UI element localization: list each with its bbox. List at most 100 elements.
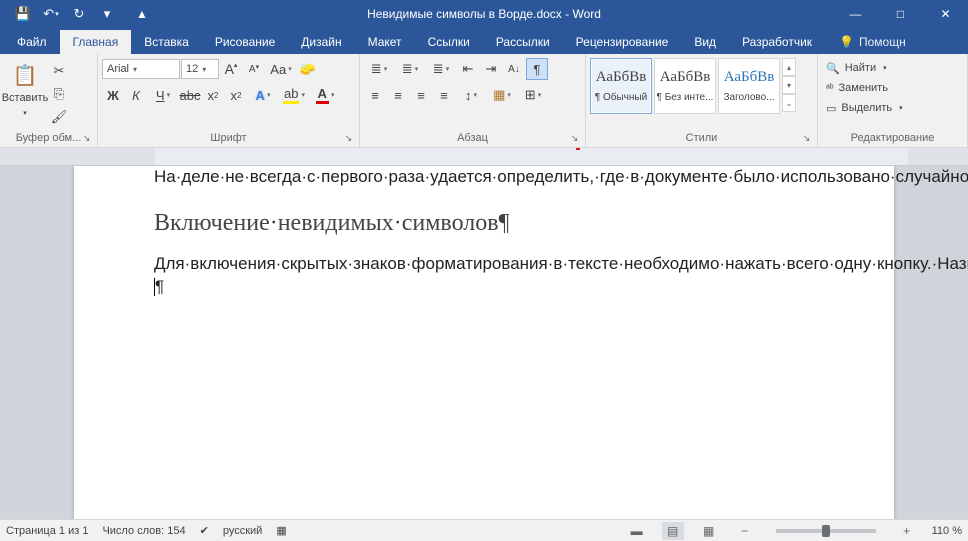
paragraph-2[interactable]: Для·включения·скрытых·знаков·форматирова…	[154, 253, 814, 276]
zoom-slider[interactable]	[776, 529, 876, 533]
ribbon-tabs: Файл Главная Вставка Рисование Дизайн Ма…	[0, 28, 968, 54]
align-justify-button[interactable]: ≡	[433, 84, 455, 106]
zoom-slider-thumb[interactable]	[822, 525, 830, 537]
style-no-spacing[interactable]: АаБбВв ¶ Без инте...	[654, 58, 716, 114]
document-content[interactable]: На·деле·не·всегда·с·первого·раза·удается…	[154, 166, 814, 299]
font-size-select[interactable]: 12▾	[181, 59, 219, 79]
style-name: ¶ Обычный	[595, 92, 647, 103]
gallery-more-button[interactable]: ⌄	[782, 94, 796, 112]
status-word-count[interactable]: Число слов: 154	[102, 525, 185, 537]
numbering-button[interactable]: ≣▾	[395, 58, 425, 80]
shrink-font-button[interactable]: A▾	[243, 58, 265, 80]
select-icon: ▭	[826, 102, 836, 115]
clipboard-launcher[interactable]: ↘	[80, 132, 93, 145]
style-heading1[interactable]: АаБбВв Заголово...	[718, 58, 780, 114]
align-center-icon: ≡	[394, 88, 402, 103]
shading-button[interactable]: ▦▾	[487, 84, 517, 106]
increase-indent-button[interactable]: ⇥	[480, 58, 502, 80]
format-painter-button[interactable]: 🖌	[48, 106, 70, 128]
qat-customize-button[interactable]: ▾	[94, 3, 120, 25]
tab-developer[interactable]: Разработчик	[729, 30, 825, 54]
view-web-layout-button[interactable]: ▦	[698, 522, 720, 540]
save-button[interactable]: 💾	[10, 3, 36, 25]
font-launcher[interactable]: ↘	[342, 132, 355, 145]
italic-button[interactable]: К	[125, 84, 147, 106]
undo-button[interactable]: ↶▾	[38, 3, 64, 25]
paragraph-launcher[interactable]: ↘	[568, 132, 581, 145]
replace-button[interactable]: ᵃᵇЗаменить	[822, 78, 892, 98]
style-preview: АаБбВв	[596, 69, 647, 86]
minimize-icon: —	[850, 7, 862, 21]
strikethrough-button[interactable]: abc	[179, 84, 201, 106]
tab-draw[interactable]: Рисование	[202, 30, 288, 54]
sort-icon: A↓	[508, 64, 520, 75]
show-paragraph-marks-button[interactable]: ¶	[526, 58, 548, 80]
tab-review[interactable]: Рецензирование	[563, 30, 682, 54]
status-page[interactable]: Страница 1 из 1	[6, 525, 88, 537]
tell-me-box[interactable]: 💡 Помощн	[829, 30, 916, 54]
line-spacing-button[interactable]: ↕▾	[456, 84, 486, 106]
paragraph-empty[interactable]: ¶	[154, 276, 814, 299]
bold-button[interactable]: Ж	[102, 84, 124, 106]
tab-design[interactable]: Дизайн	[288, 30, 354, 54]
redo-button[interactable]: ↻	[66, 3, 92, 25]
select-button[interactable]: ▭Выделить▾	[822, 98, 907, 118]
view-read-mode-button[interactable]: ▬	[626, 522, 648, 540]
bullets-button[interactable]: ≣▾	[364, 58, 394, 80]
cut-button[interactable]: ✂	[48, 60, 70, 82]
heading-1[interactable]: Включение·невидимых·символов¶	[154, 207, 814, 239]
style-normal[interactable]: АаБбВв ¶ Обычный	[590, 58, 652, 114]
brush-icon: 🖌	[51, 109, 68, 125]
status-proofing-icon[interactable]: ✔	[200, 524, 209, 537]
align-right-button[interactable]: ≡	[410, 84, 432, 106]
text-effects-button[interactable]: A▾	[248, 84, 278, 106]
group-clipboard-label: Буфер обм...	[16, 132, 82, 144]
status-macro-icon[interactable]: ▦	[276, 524, 286, 537]
sort-button[interactable]: A↓	[503, 58, 525, 80]
chevron-up-icon: ▲	[136, 7, 148, 21]
zoom-in-button[interactable]: +	[896, 522, 918, 540]
grow-font-button[interactable]: A▴	[220, 58, 242, 80]
align-center-button[interactable]: ≡	[387, 84, 409, 106]
zoom-out-button[interactable]: −	[734, 522, 756, 540]
gallery-up-button[interactable]: ▴	[782, 58, 796, 76]
close-icon: ✕	[940, 7, 950, 21]
status-language[interactable]: русский	[223, 525, 262, 537]
tab-references[interactable]: Ссылки	[415, 30, 483, 54]
styles-launcher[interactable]: ↘	[800, 132, 813, 145]
font-family-select[interactable]: Arial▾	[102, 59, 180, 79]
paragraph-1[interactable]: На·деле·не·всегда·с·первого·раза·удается…	[154, 166, 814, 189]
multilevel-button[interactable]: ≣▾	[426, 58, 456, 80]
clear-formatting-button[interactable]: 🧽	[297, 58, 319, 80]
minimize-button[interactable]: —	[833, 0, 878, 28]
copy-button[interactable]: ⎘	[48, 83, 70, 105]
tab-file[interactable]: Файл	[4, 30, 60, 54]
tab-mailings[interactable]: Рассылки	[483, 30, 563, 54]
close-button[interactable]: ✕	[923, 0, 968, 28]
ribbon-options-button[interactable]: ▲	[120, 0, 164, 28]
superscript-button[interactable]: x2	[225, 84, 247, 106]
tab-view[interactable]: Вид	[681, 30, 729, 54]
paste-button[interactable]: 📋 Вставить ▾	[4, 58, 46, 122]
zoom-level[interactable]: 110 %	[932, 525, 962, 537]
horizontal-ruler[interactable]	[0, 148, 968, 166]
tab-insert[interactable]: Вставка	[131, 30, 202, 54]
borders-button[interactable]: ⊞▾	[518, 84, 548, 106]
subscript-button[interactable]: x2	[202, 84, 224, 106]
underline-button[interactable]: Ч▾	[148, 84, 178, 106]
tab-home[interactable]: Главная	[60, 30, 132, 54]
gallery-down-button[interactable]: ▾	[782, 76, 796, 94]
align-left-button[interactable]: ≡	[364, 84, 386, 106]
multilevel-icon: ≣	[433, 61, 444, 77]
view-print-layout-button[interactable]: ▤	[662, 522, 684, 540]
paste-icon: 📋	[10, 60, 40, 90]
document-area[interactable]: На·деле·не·всегда·с·первого·раза·удается…	[0, 166, 968, 519]
tab-layout[interactable]: Макет	[355, 30, 415, 54]
highlight-button[interactable]: ab▾	[279, 84, 309, 106]
maximize-button[interactable]: □	[878, 0, 923, 28]
change-case-button[interactable]: Aa▾	[266, 58, 296, 80]
find-button[interactable]: 🔍Найти▾	[822, 58, 891, 78]
borders-icon: ⊞	[525, 87, 536, 103]
font-color-button[interactable]: A▾	[310, 84, 340, 106]
decrease-indent-button[interactable]: ⇤	[457, 58, 479, 80]
